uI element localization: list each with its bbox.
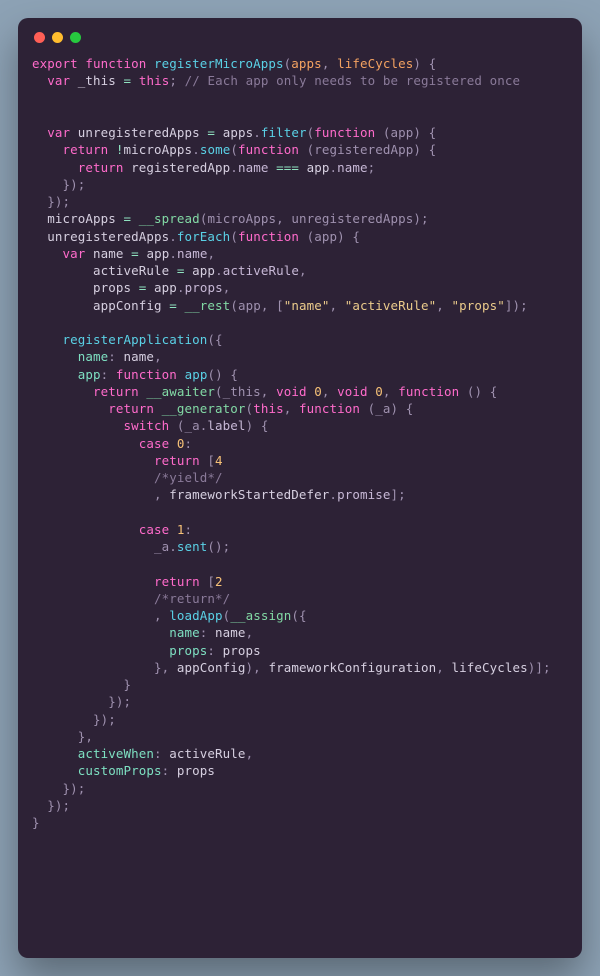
comment-registered-once: // Each app only needs to be registered … [185, 73, 521, 88]
window-titlebar [32, 30, 568, 55]
param-apps: apps [291, 56, 322, 71]
kw-export-function: export function [32, 56, 154, 71]
zoom-icon[interactable] [70, 32, 81, 43]
code-window: export function registerMicroApps(apps, … [18, 18, 582, 958]
close-icon[interactable] [34, 32, 45, 43]
code-block: export function registerMicroApps(apps, … [32, 55, 568, 831]
param-lifeCycles: lifeCycles [337, 56, 413, 71]
fn-registerMicroApps: registerMicroApps [154, 56, 284, 71]
minimize-icon[interactable] [52, 32, 63, 43]
